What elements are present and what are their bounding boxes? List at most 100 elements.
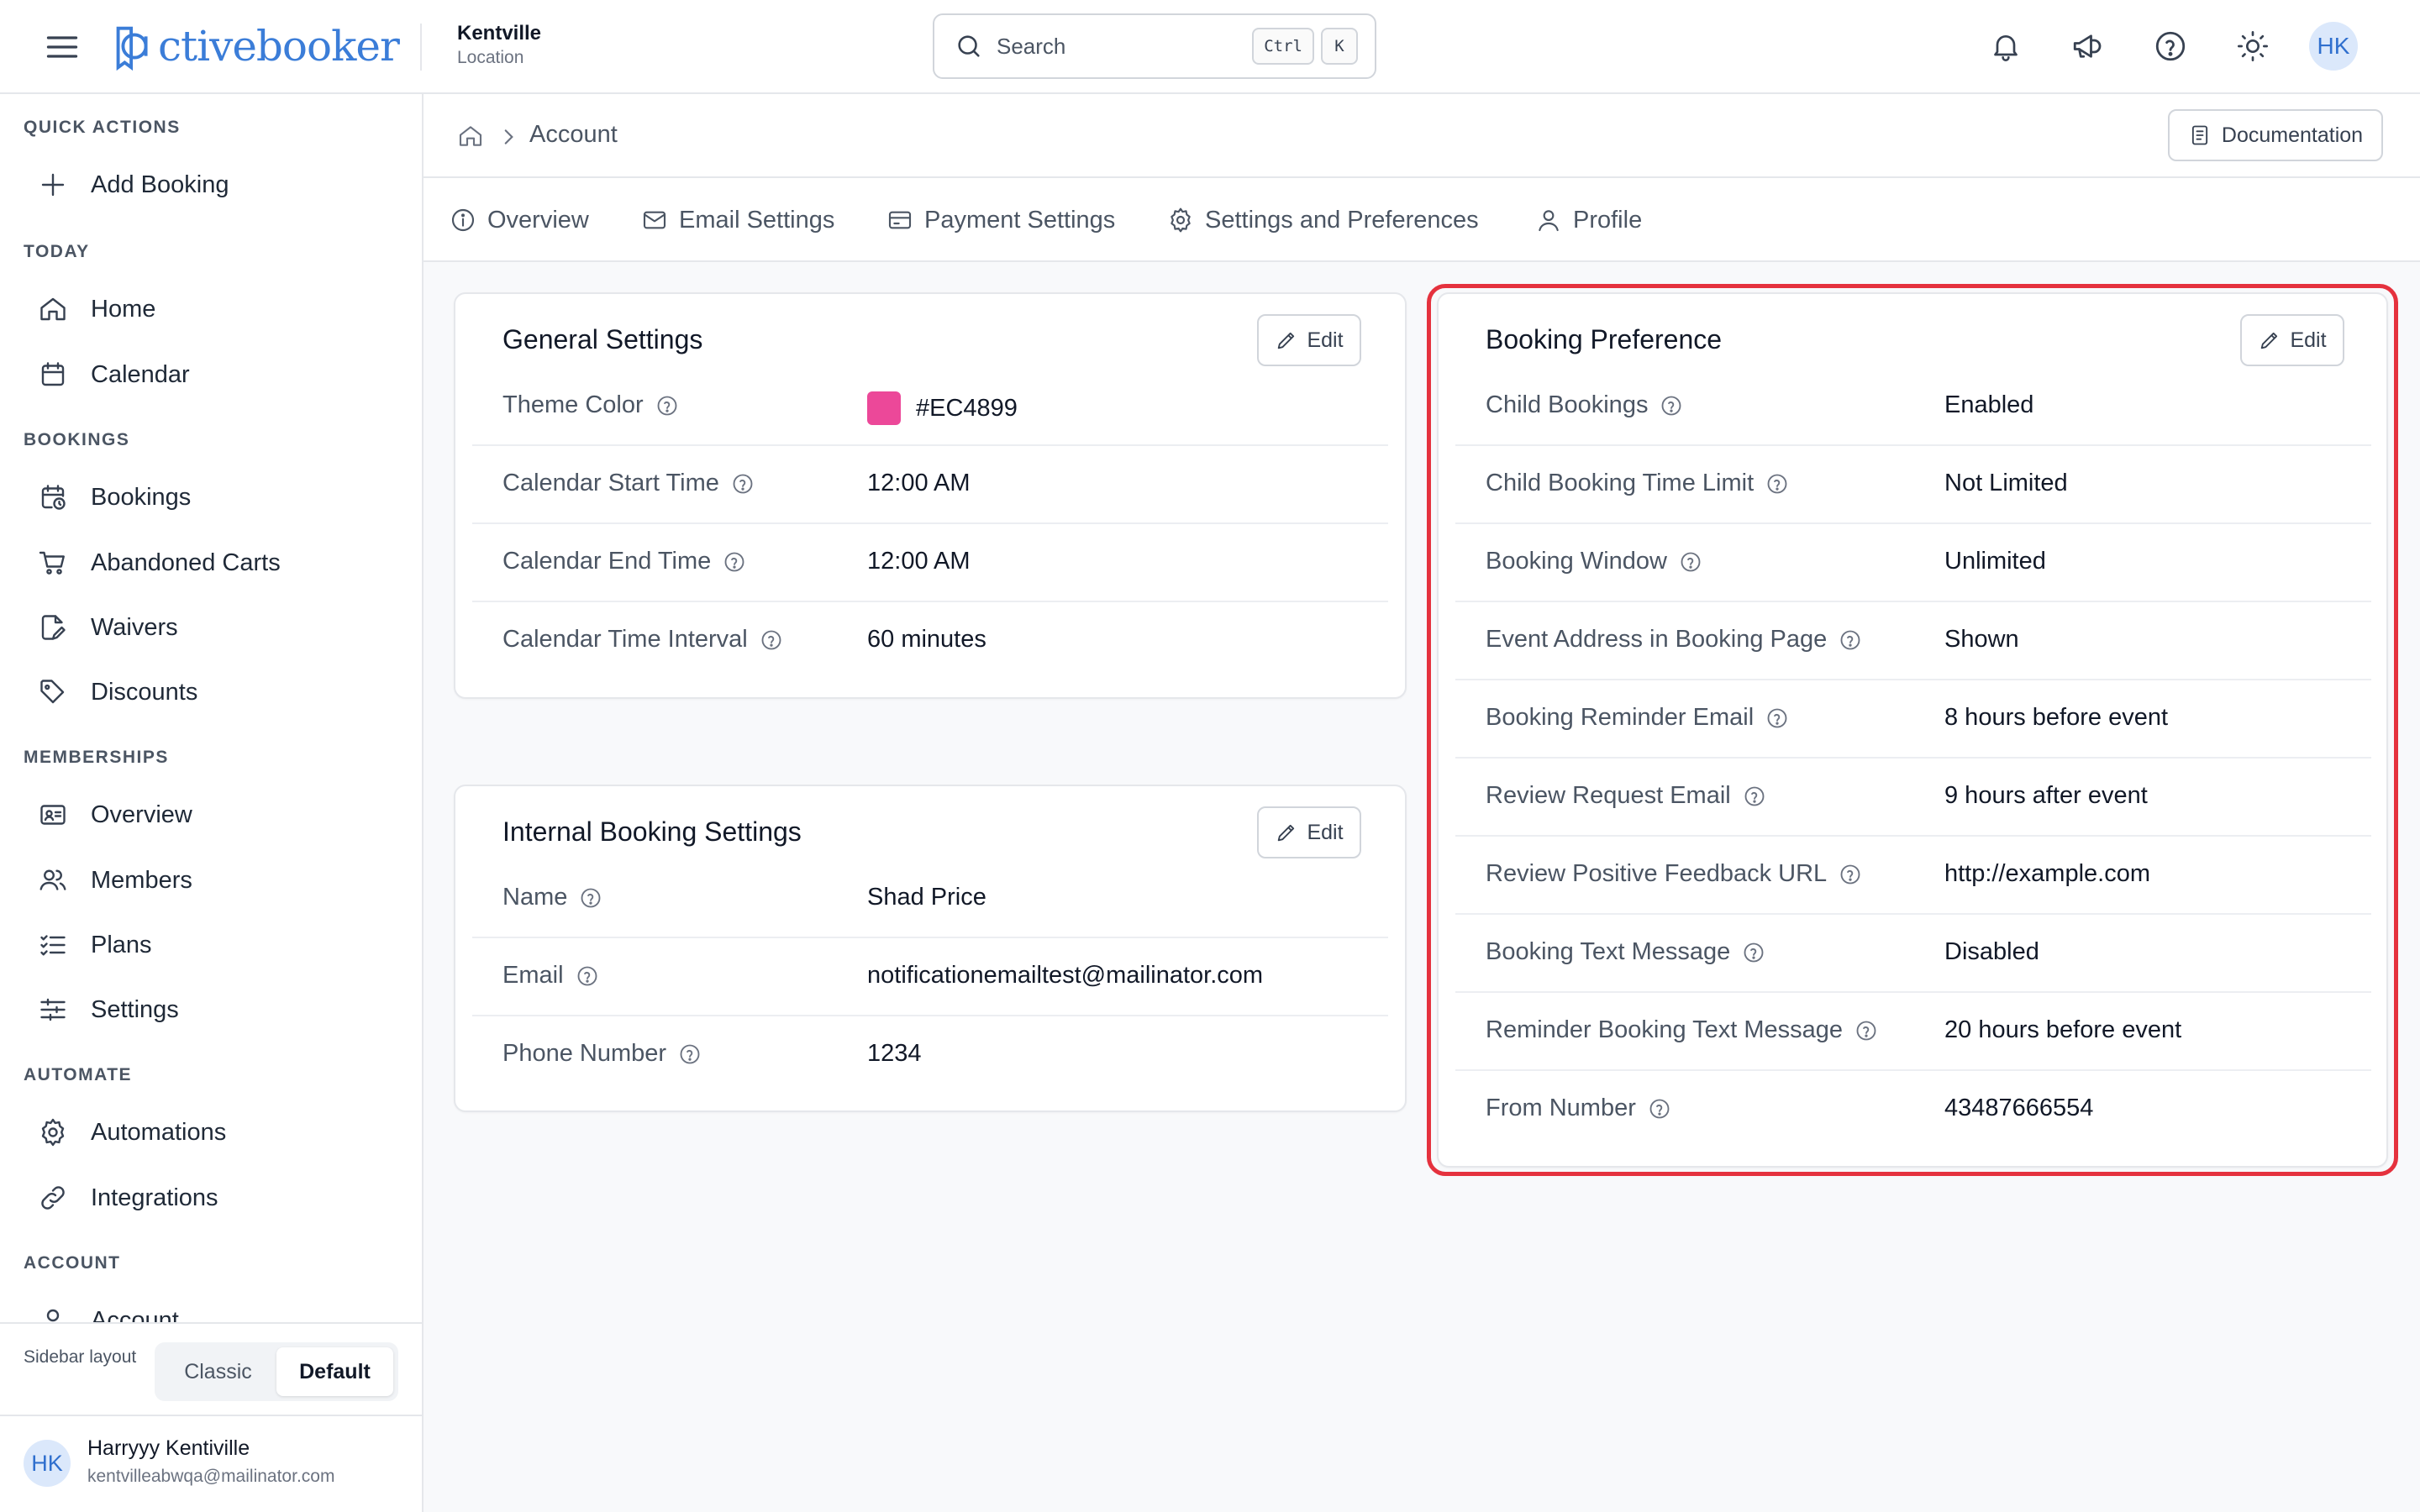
help-icon[interactable] (1743, 785, 1766, 808)
menu-icon[interactable] (44, 29, 81, 66)
pencil-icon (1278, 824, 1295, 842)
plus-icon (37, 169, 69, 201)
row-label: Theme Color (502, 391, 679, 419)
sidebar-item-bookings[interactable]: Bookings (24, 470, 398, 524)
sidebar-item-add-booking[interactable]: Add Booking (24, 158, 398, 212)
help-icon[interactable] (723, 550, 746, 574)
help-icon[interactable] (579, 886, 602, 910)
tab-overview[interactable]: Overview (449, 178, 589, 262)
row-value: Shown (1944, 626, 2019, 653)
activebooker-logo[interactable]: ctivebooker (113, 17, 400, 76)
sidebar-user-profile[interactable]: HK Harryyy Kentiville kentvilleabwqa@mai… (0, 1415, 422, 1512)
row-label-text: Calendar Start Time (502, 470, 719, 496)
tab-profile[interactable]: Profile (1534, 178, 1642, 262)
sidebar-item-abandoned-carts[interactable]: Abandoned Carts (24, 536, 398, 590)
row-value: Unlimited (1944, 548, 2046, 575)
sidebar-item-plans[interactable]: Plans (24, 918, 398, 972)
booking-preference-edit-button[interactable]: Edit (2240, 314, 2344, 366)
settings-row-review-positive-feedback-url: Review Positive Feedback URL http://exam… (1455, 837, 2371, 915)
sidebar-item-settings[interactable]: Settings (24, 983, 398, 1037)
sun-icon[interactable] (2232, 25, 2274, 67)
help-icon[interactable] (655, 394, 679, 417)
sidebar-item-account[interactable]: Account (24, 1294, 398, 1322)
layout-classic-button[interactable]: Classic (160, 1347, 276, 1396)
help-icon[interactable] (760, 628, 783, 652)
help-icon[interactable] (1839, 628, 1862, 652)
row-label-text: Theme Color (502, 391, 644, 418)
tab-label: Overview (487, 206, 589, 234)
sidebar-nav[interactable]: QUICK ACTIONS Add Booking TODAY Home Cal… (0, 94, 422, 1322)
account-tabs: Overview Email Settings Payment Settings… (424, 178, 2420, 262)
help-icon[interactable] (1742, 941, 1765, 964)
gear-icon (1166, 206, 1195, 234)
header-divider (420, 24, 422, 71)
card-title: Internal Booking Settings (502, 816, 802, 847)
users-icon (37, 864, 69, 896)
sidebar-item-label: Discounts (91, 678, 198, 706)
tab-label: Payment Settings (924, 206, 1116, 234)
row-value: #EC4899 (867, 391, 1018, 425)
help-icon[interactable] (1679, 550, 1702, 574)
help-icon[interactable] (1839, 863, 1862, 886)
sidebar-item-discounts[interactable]: Discounts (24, 665, 398, 719)
settings-row-phone-number: Phone Number 1234 (472, 1016, 1388, 1095)
documentation-button[interactable]: Documentation (2168, 109, 2383, 161)
sidebar-item-overview[interactable]: Overview (24, 788, 398, 842)
bell-icon[interactable] (1985, 25, 2027, 67)
tab-email-settings[interactable]: Email Settings (640, 178, 834, 262)
search-input[interactable]: Search Ctrl K (933, 13, 1376, 79)
user-avatar[interactable]: HK (2309, 22, 2358, 71)
gear-icon (37, 1116, 69, 1148)
pencil-icon (2261, 332, 2278, 349)
sidebar-item-integrations[interactable]: Integrations (24, 1171, 398, 1225)
user-name: Harryyy Kentiville (87, 1436, 250, 1460)
section-today: TODAY (24, 242, 90, 261)
help-icon[interactable] (1648, 1097, 1671, 1121)
layout-default-button[interactable]: Default (276, 1347, 393, 1396)
help-circle-icon[interactable] (2149, 25, 2191, 67)
location-switcher[interactable]: Kentville Location (457, 20, 541, 69)
general-settings-edit-button[interactable]: Edit (1257, 314, 1361, 366)
internal-booking-edit-button[interactable]: Edit (1257, 806, 1361, 858)
sidebar-item-label: Automations (91, 1118, 227, 1146)
breadcrumb-home-icon[interactable] (457, 123, 487, 153)
sidebar-item-waivers[interactable]: Waivers (24, 601, 398, 654)
row-label: Review Request Email (1486, 782, 1766, 810)
row-value: 60 minutes (867, 626, 986, 653)
row-label-text: Calendar End Time (502, 548, 712, 575)
row-label-text: Phone Number (502, 1040, 667, 1067)
row-label: Event Address in Booking Page (1486, 626, 1862, 654)
help-icon[interactable] (1854, 1019, 1878, 1042)
tab-settings-and-preferences[interactable]: Settings and Preferences (1166, 178, 1479, 262)
sidebar-item-label: Members (91, 866, 192, 894)
help-icon[interactable] (1660, 394, 1683, 417)
edit-label: Edit (1307, 328, 1344, 352)
user-icon (1534, 206, 1563, 234)
help-icon[interactable] (731, 472, 755, 496)
search-icon (958, 35, 980, 57)
row-label: Calendar Start Time (502, 470, 755, 497)
megaphone-icon[interactable] (2067, 25, 2109, 67)
top-header: ctivebooker Kentville Location Search Ct… (0, 0, 2420, 94)
help-icon[interactable] (1765, 706, 1789, 730)
row-value: notificationemailtest@mailinator.com (867, 962, 1264, 989)
row-label: Booking Reminder Email (1486, 704, 1789, 732)
help-icon[interactable] (576, 964, 599, 988)
sidebar-item-label: Add Booking (91, 171, 229, 198)
section-account: ACCOUNT (24, 1253, 121, 1273)
shortcut-key-ctrl: Ctrl (1252, 28, 1314, 65)
settings-row-event-address: Event Address in Booking Page Shown (1455, 602, 2371, 680)
row-label: Booking Window (1486, 548, 1702, 575)
sidebar-item-automations[interactable]: Automations (24, 1105, 398, 1159)
row-value: Not Limited (1944, 470, 2068, 496)
help-icon[interactable] (678, 1042, 702, 1066)
search-placeholder: Search (997, 33, 1066, 59)
sidebar-item-calendar[interactable]: Calendar (24, 348, 398, 402)
sidebar-item-members[interactable]: Members (24, 853, 398, 907)
tag-icon (37, 676, 69, 708)
sidebar-item-home[interactable]: Home (24, 282, 398, 336)
row-label-text: From Number (1486, 1095, 1636, 1121)
help-icon[interactable] (1765, 472, 1789, 496)
tab-payment-settings[interactable]: Payment Settings (886, 178, 1115, 262)
document-icon (2191, 125, 2208, 145)
